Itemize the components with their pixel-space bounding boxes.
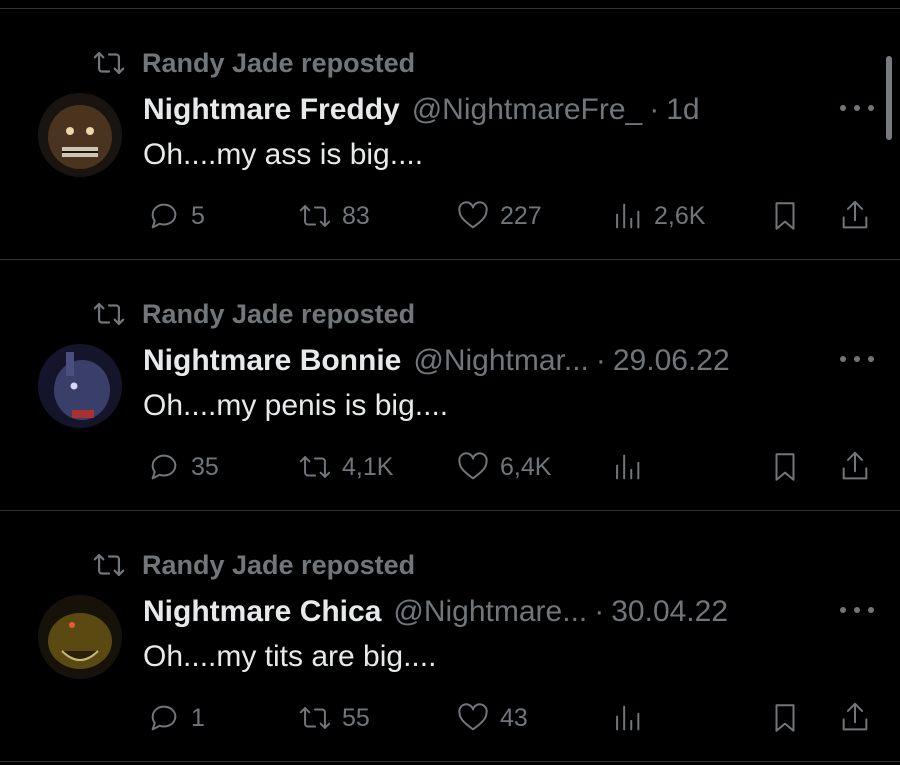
repost-label: Randy Jade reposted <box>142 549 416 580</box>
post-header: Nightmare Chica @Nightmare... · 30.04.22 <box>143 590 728 634</box>
post-nightmare-chica[interactable]: Randy Jade reposted Nightmare Chica @Nig… <box>0 510 900 760</box>
repost-icon <box>298 450 332 484</box>
repost-icon <box>92 548 126 582</box>
repost-button[interactable]: 55 <box>298 698 370 738</box>
views-icon <box>610 701 644 735</box>
repost-label: Randy Jade reposted <box>142 47 416 78</box>
like-count: 6,4K <box>500 452 552 481</box>
avatar[interactable] <box>38 595 122 679</box>
separator: · <box>595 344 606 377</box>
reply-count: 35 <box>191 452 219 481</box>
share-icon <box>838 701 872 735</box>
post-header: Nightmare Bonnie @Nightmar... · 29.06.22 <box>143 339 730 383</box>
view-count: 2,6K <box>654 201 706 230</box>
action-bar: 35 4,1K 6,4K <box>0 447 900 487</box>
avatar-image <box>38 595 122 679</box>
author-name[interactable]: Nightmare Bonnie <box>143 344 401 378</box>
post-header: Nightmare Freddy @NightmareFre_ · 1d <box>143 88 700 132</box>
repost-button[interactable]: 4,1K <box>298 447 393 487</box>
like-count: 227 <box>500 201 542 230</box>
post-nightmare-freddy[interactable]: Randy Jade reposted Nightmare Freddy @Ni… <box>0 8 900 258</box>
share-button[interactable] <box>838 447 872 487</box>
views-button[interactable] <box>610 698 644 738</box>
bookmark-icon <box>768 450 802 484</box>
repost-context[interactable]: Randy Jade reposted <box>92 46 415 80</box>
action-bar: 1 55 43 <box>0 698 900 738</box>
post-date[interactable]: 30.04.22 <box>611 595 728 629</box>
post-text: Oh....my ass is big.... <box>143 138 424 171</box>
repost-count: 83 <box>342 201 370 230</box>
share-icon <box>838 199 872 233</box>
share-button[interactable] <box>838 196 872 236</box>
bookmark-icon <box>768 701 802 735</box>
repost-count: 4,1K <box>342 452 394 481</box>
like-count: 43 <box>500 703 528 732</box>
author-handle[interactable]: @NightmareFre_ <box>412 93 643 127</box>
author-name[interactable]: Nightmare Freddy <box>143 93 400 127</box>
bookmark-button[interactable] <box>768 196 802 236</box>
repost-icon <box>92 46 126 80</box>
avatar[interactable] <box>38 344 122 428</box>
views-icon <box>610 450 644 484</box>
repost-context[interactable]: Randy Jade reposted <box>92 548 415 582</box>
share-icon <box>838 450 872 484</box>
repost-context[interactable]: Randy Jade reposted <box>92 297 415 331</box>
divider <box>0 761 900 762</box>
timeline-feed[interactable]: Randy Jade reposted Nightmare Freddy @Ni… <box>0 0 900 765</box>
reply-button[interactable]: 35 <box>147 447 219 487</box>
repost-icon <box>298 199 332 233</box>
avatar-image <box>38 93 122 177</box>
scrollbar[interactable] <box>886 56 892 140</box>
heart-icon <box>456 199 490 233</box>
post-nightmare-bonnie[interactable]: Randy Jade reposted Nightmare Bonnie @Ni… <box>0 259 900 509</box>
reply-count: 5 <box>191 201 205 230</box>
more-options-icon[interactable] <box>840 600 874 620</box>
avatar-image <box>38 344 122 428</box>
repost-icon <box>92 297 126 331</box>
action-bar: 5 83 227 2,6K <box>0 196 900 236</box>
views-button[interactable] <box>610 447 644 487</box>
reply-icon <box>147 450 181 484</box>
bookmark-icon <box>768 199 802 233</box>
avatar[interactable] <box>38 93 122 177</box>
reply-icon <box>147 701 181 735</box>
more-options-icon[interactable] <box>840 349 874 369</box>
post-date[interactable]: 29.06.22 <box>613 344 730 378</box>
repost-label: Randy Jade reposted <box>142 298 416 329</box>
post-text: Oh....my tits are big.... <box>143 640 437 673</box>
views-button[interactable]: 2,6K <box>610 196 705 236</box>
reply-count: 1 <box>191 703 205 732</box>
separator: · <box>649 93 660 126</box>
reply-icon <box>147 199 181 233</box>
separator: · <box>594 595 605 628</box>
bookmark-button[interactable] <box>768 447 802 487</box>
reply-button[interactable]: 1 <box>147 698 205 738</box>
like-button[interactable]: 227 <box>456 196 542 236</box>
heart-icon <box>456 450 490 484</box>
author-handle[interactable]: @Nightmare... <box>393 595 587 629</box>
more-options-icon[interactable] <box>840 98 874 118</box>
like-button[interactable]: 6,4K <box>456 447 551 487</box>
bookmark-button[interactable] <box>768 698 802 738</box>
post-date[interactable]: 1d <box>666 93 699 127</box>
author-name[interactable]: Nightmare Chica <box>143 595 381 629</box>
reply-button[interactable]: 5 <box>147 196 205 236</box>
like-button[interactable]: 43 <box>456 698 528 738</box>
repost-count: 55 <box>342 703 370 732</box>
repost-icon <box>298 701 332 735</box>
heart-icon <box>456 701 490 735</box>
repost-button[interactable]: 83 <box>298 196 370 236</box>
views-icon <box>610 199 644 233</box>
share-button[interactable] <box>838 698 872 738</box>
post-text: Oh....my penis is big.... <box>143 389 449 422</box>
author-handle[interactable]: @Nightmar... <box>413 344 589 378</box>
